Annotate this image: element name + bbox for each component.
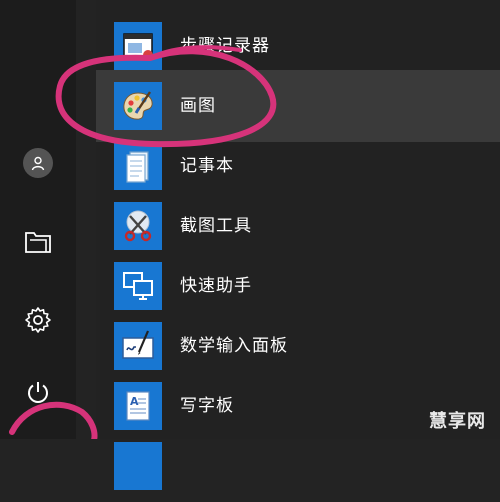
app-tile [114,202,162,250]
user-avatar-icon [23,148,53,178]
app-list: 步骤记录器 画图 记事本 截图工具 快速助手 数学输入面板 A 写字板 [96,0,500,490]
list-item-partial[interactable] [96,430,500,502]
app-tile [114,322,162,370]
app-tile [114,22,162,70]
user-account-button[interactable] [16,141,60,185]
settings-gear-icon [25,307,51,333]
app-tile: A [114,382,162,430]
power-icon [28,382,48,403]
paint-palette-icon [123,91,153,120]
watermark: 慧享网 [429,411,486,432]
wordpad-icon: A [126,391,150,421]
documents-icon [25,232,51,253]
snipping-tool-icon [124,210,152,242]
list-item-partial[interactable] [96,0,500,8]
power-button[interactable] [16,370,60,414]
quick-assist-icon [123,272,153,300]
settings-button[interactable] [16,298,60,342]
app-tile [114,82,162,130]
start-menu-rail [0,0,76,439]
app-tile [114,142,162,190]
steps-recorder-icon [123,33,153,60]
math-input-panel-icon [122,330,154,359]
notepad-icon [126,151,149,183]
app-tile [114,262,162,310]
documents-button[interactable] [16,220,60,264]
app-tile [114,442,162,490]
svg-text:A: A [130,395,139,408]
